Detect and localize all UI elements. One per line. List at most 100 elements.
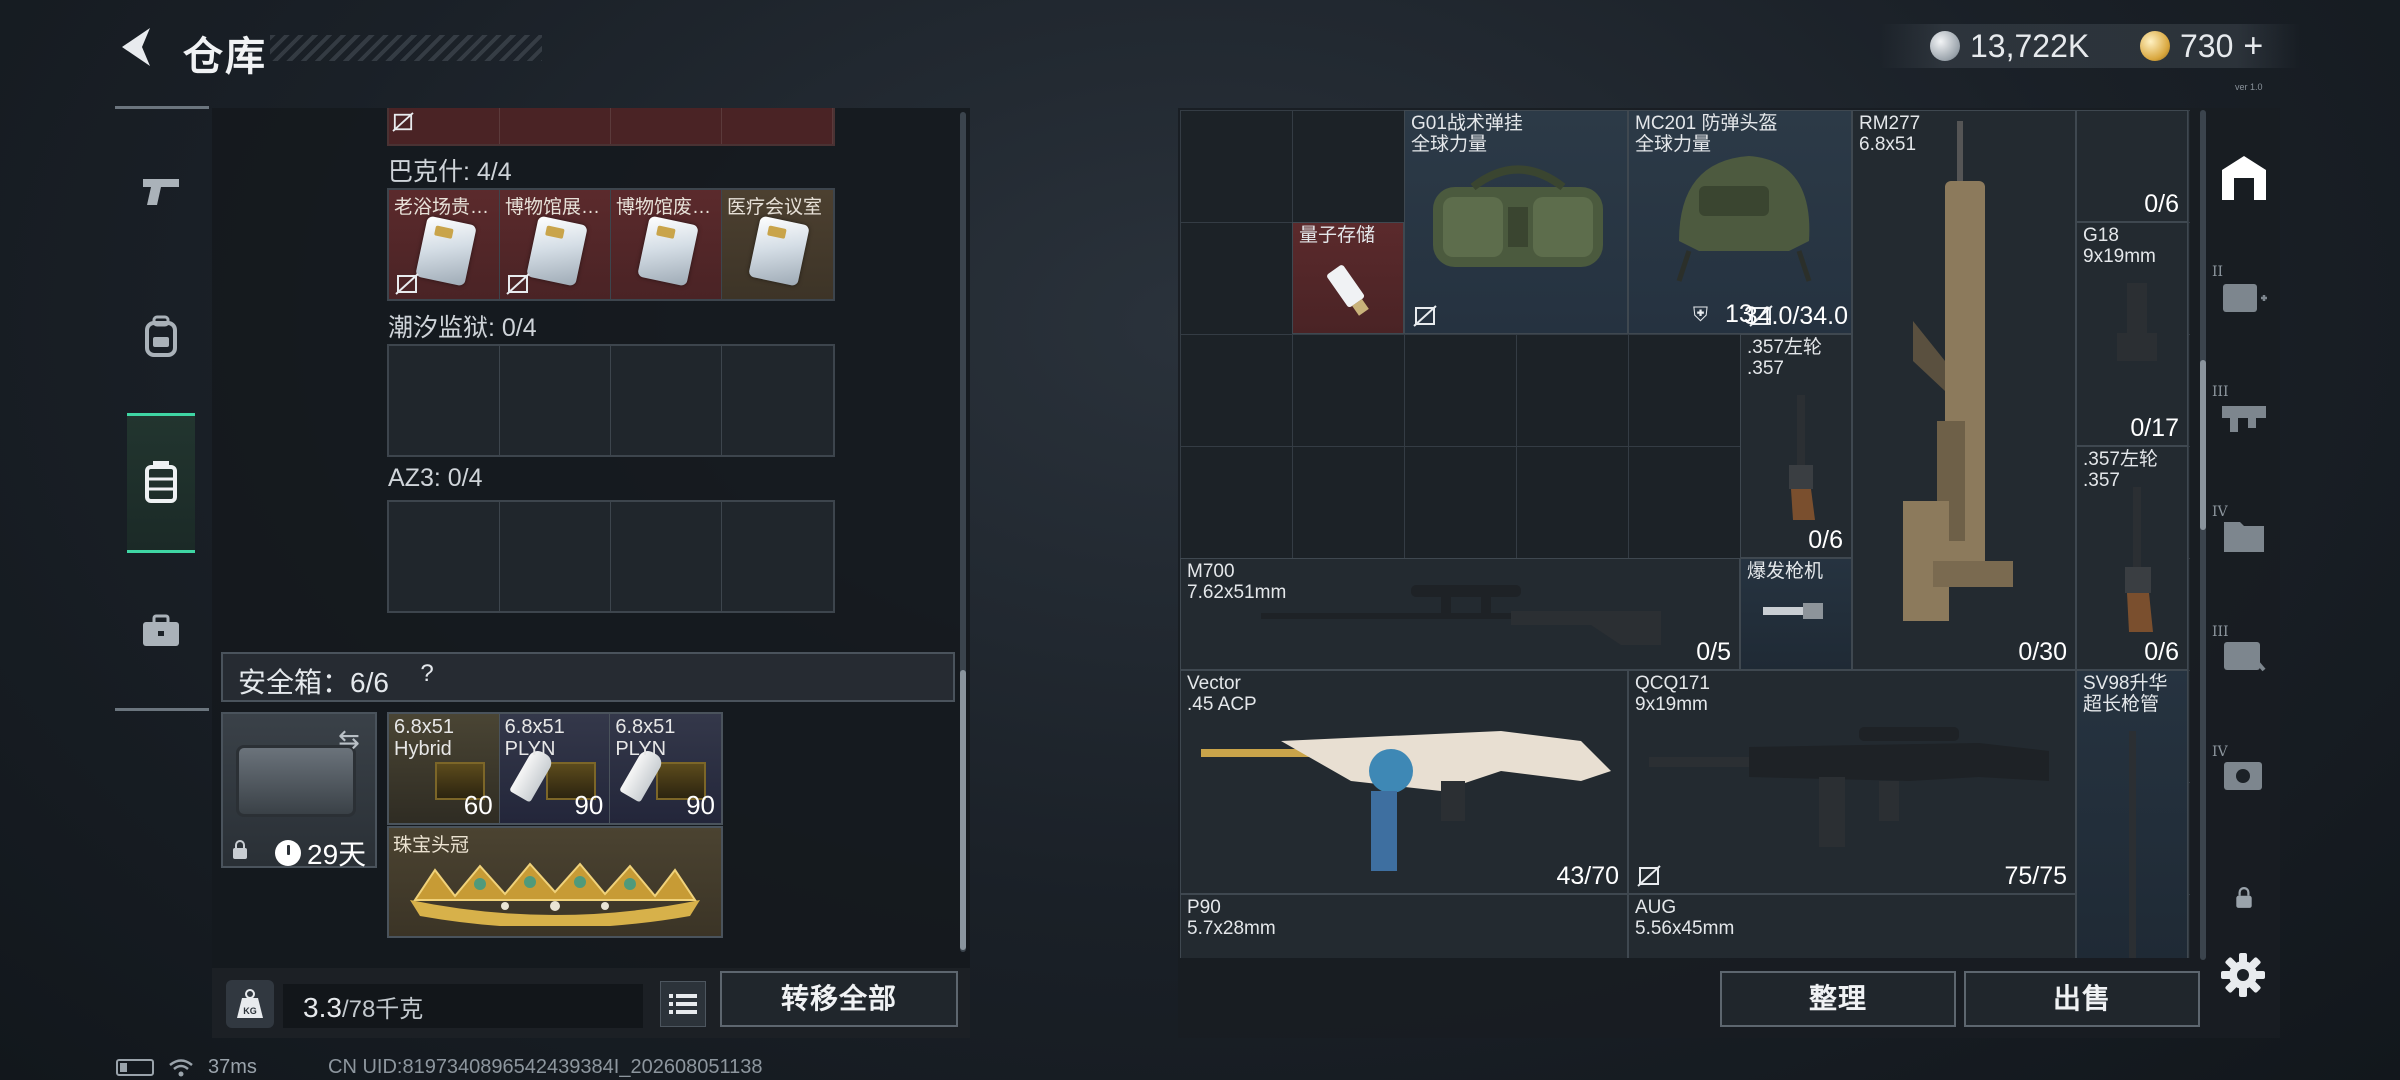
item-count: 43/70: [1556, 862, 1619, 890]
currency-gold-value: 730: [2180, 27, 2234, 64]
keycard-image: [526, 215, 588, 287]
item-helmet[interactable]: MC201 防弹头盔 全球力量 13 ⛨: [1628, 110, 1852, 334]
currency-silver-value: 13,722K: [1970, 27, 2090, 64]
pistol-icon: [143, 179, 179, 205]
item-m700[interactable]: M700 7.62x51mm 0/5: [1180, 558, 1740, 670]
empty-slot[interactable]: [500, 502, 611, 611]
nav-case[interactable]: [127, 566, 195, 696]
item-count: 0/17: [2130, 414, 2179, 442]
empty-slot[interactable]: [389, 502, 500, 611]
item-p90[interactable]: P90 5.7x28mm: [1180, 894, 1628, 958]
nav-chest-rig[interactable]: [127, 413, 195, 553]
armor-icon: ⛨: [1693, 304, 1708, 326]
item-name: SV98升华 超长枪管: [2083, 673, 2168, 715]
item-g18[interactable]: G18 9x19mm 0/17: [2076, 222, 2188, 446]
smg-image: [1649, 727, 2049, 847]
item-name: .357左轮 .357: [2083, 449, 2158, 491]
currency-silver[interactable]: 13,722K: [1930, 24, 2089, 68]
item-name: 爆发枪机: [1747, 561, 1824, 582]
side-cat-medical[interactable]: II: [2212, 264, 2272, 324]
item-name: 博物馆废…: [616, 197, 712, 218]
keycard-slot[interactable]: 博物馆废…: [611, 190, 722, 299]
gear-icon[interactable]: [2218, 950, 2268, 1000]
item-revolver-357-a[interactable]: .357左轮 .357 0/6: [1740, 334, 1852, 558]
gun-part-icon: [2222, 406, 2266, 432]
empty-slot[interactable]: [611, 502, 722, 611]
safe-ammo-row: 6.8x51 Hybrid 60 6.8x51 PLYN 90 6.8x51 PLYN…: [387, 712, 723, 825]
item-revolver-top[interactable]: 0/6: [2076, 110, 2188, 222]
revolver-image: [1789, 395, 1815, 520]
item-name: .357左轮 .357: [1747, 337, 1822, 379]
empty-slot[interactable]: [722, 502, 833, 611]
tier-label: IV: [2212, 504, 2228, 520]
ammo-slot[interactable]: 6.8x51 PLYN 90: [499, 714, 611, 823]
safe-box-days: 29天: [307, 839, 367, 870]
keycard-slot[interactable]: 博物馆展…: [500, 190, 611, 299]
transfer-all-button[interactable]: 转移全部: [720, 971, 958, 1027]
folder-icon: [2224, 522, 2264, 552]
group-prison-slots: [387, 344, 835, 457]
item-tactical-rig[interactable]: G01战术弹挂 全球力量: [1404, 110, 1628, 334]
uid-text: CN UID:8197340896542439384I_202608051138: [328, 1056, 763, 1078]
side-cat-tools[interactable]: III: [2212, 624, 2272, 684]
list-icon: [669, 994, 697, 1014]
nav-weapons[interactable]: [127, 126, 195, 256]
weapon-part-image: [1763, 603, 1823, 619]
medkit-icon: [2223, 284, 2267, 312]
right-scroll-thumb[interactable]: [2200, 360, 2206, 530]
keycard-image: [748, 215, 810, 287]
item-vector[interactable]: Vector .45 ACP 43/70: [1180, 670, 1628, 894]
ammo-count: 60: [463, 790, 493, 820]
empty-slot[interactable]: [500, 346, 611, 455]
right-scrollbar[interactable]: [2200, 110, 2206, 960]
item-sv98-barrel[interactable]: SV98升华 超长枪管: [2076, 670, 2188, 958]
side-cat-weapons[interactable]: III: [2212, 384, 2272, 444]
version-tag: ver 1.0: [2235, 82, 2263, 92]
safe-box-help[interactable]: ?: [412, 660, 442, 690]
item-count: 0/5: [1696, 638, 1731, 666]
currency-gold-add[interactable]: +: [2243, 27, 2263, 66]
back-arrow-icon[interactable]: [112, 22, 162, 72]
warehouse-icon: [2222, 156, 2266, 200]
swap-icon[interactable]: ⇆: [338, 724, 360, 755]
keycard-slot[interactable]: 医疗会议室: [722, 190, 833, 299]
ammo-slot[interactable]: 6.8x51 PLYN 90: [610, 714, 721, 823]
left-scroll-thumb[interactable]: [960, 670, 966, 950]
sell-button[interactable]: 出售: [1964, 971, 2200, 1027]
item-burst-trigger[interactable]: 爆发枪机: [1740, 558, 1852, 670]
side-cat-valuables[interactable]: IV: [2212, 744, 2272, 804]
keycard-image: [637, 215, 699, 287]
currency-gold[interactable]: 730 +: [2140, 24, 2263, 68]
ammo-name: 6.8x51 Hybrid: [394, 716, 455, 760]
revolver-image: [2125, 487, 2153, 632]
list-view-button[interactable]: [660, 981, 706, 1027]
item-aug[interactable]: AUG 5.56x45mm: [1628, 894, 2076, 958]
item-quantum-storage[interactable]: 量子存储: [1292, 222, 1404, 334]
item-name: 老浴场贵…: [394, 197, 490, 218]
item-rm277[interactable]: RM277 6.8x51 0/30: [1852, 110, 2076, 670]
empty-slot[interactable]: [389, 346, 500, 455]
empty-slot[interactable]: [611, 346, 722, 455]
clock-icon: [275, 840, 301, 866]
tier-label: III: [2212, 384, 2229, 400]
ammo-name: 6.8x51 PLYN: [615, 716, 676, 760]
valuables-icon: [2224, 762, 2262, 790]
empty-slot[interactable]: [722, 346, 833, 455]
no-sell-icon: [395, 273, 419, 295]
item-revolver-357-b[interactable]: .357左轮 .357 0/6: [2076, 446, 2188, 670]
item-name: AUG 5.56x45mm: [1635, 897, 1735, 939]
safe-case-image: [236, 745, 356, 817]
side-cat-warehouse[interactable]: [2216, 150, 2272, 206]
item-qcq171[interactable]: QCQ171 9x19mm 75/75: [1628, 670, 2076, 894]
side-cat-docs[interactable]: IV: [2212, 504, 2272, 564]
ping-text: 37ms: [208, 1056, 257, 1078]
keycard-slot[interactable]: 老浴场贵…: [389, 190, 500, 299]
tier-label: III: [2212, 624, 2229, 640]
nav-backpack[interactable]: [127, 272, 195, 402]
side-cat-locked[interactable]: [2216, 870, 2272, 926]
silver-coin-icon: [1930, 31, 1960, 61]
no-sell-icon: [1637, 865, 1661, 887]
ammo-slot[interactable]: 6.8x51 Hybrid 60: [389, 714, 500, 823]
wifi-icon: [169, 1058, 193, 1076]
sort-button[interactable]: 整理: [1720, 971, 1956, 1027]
